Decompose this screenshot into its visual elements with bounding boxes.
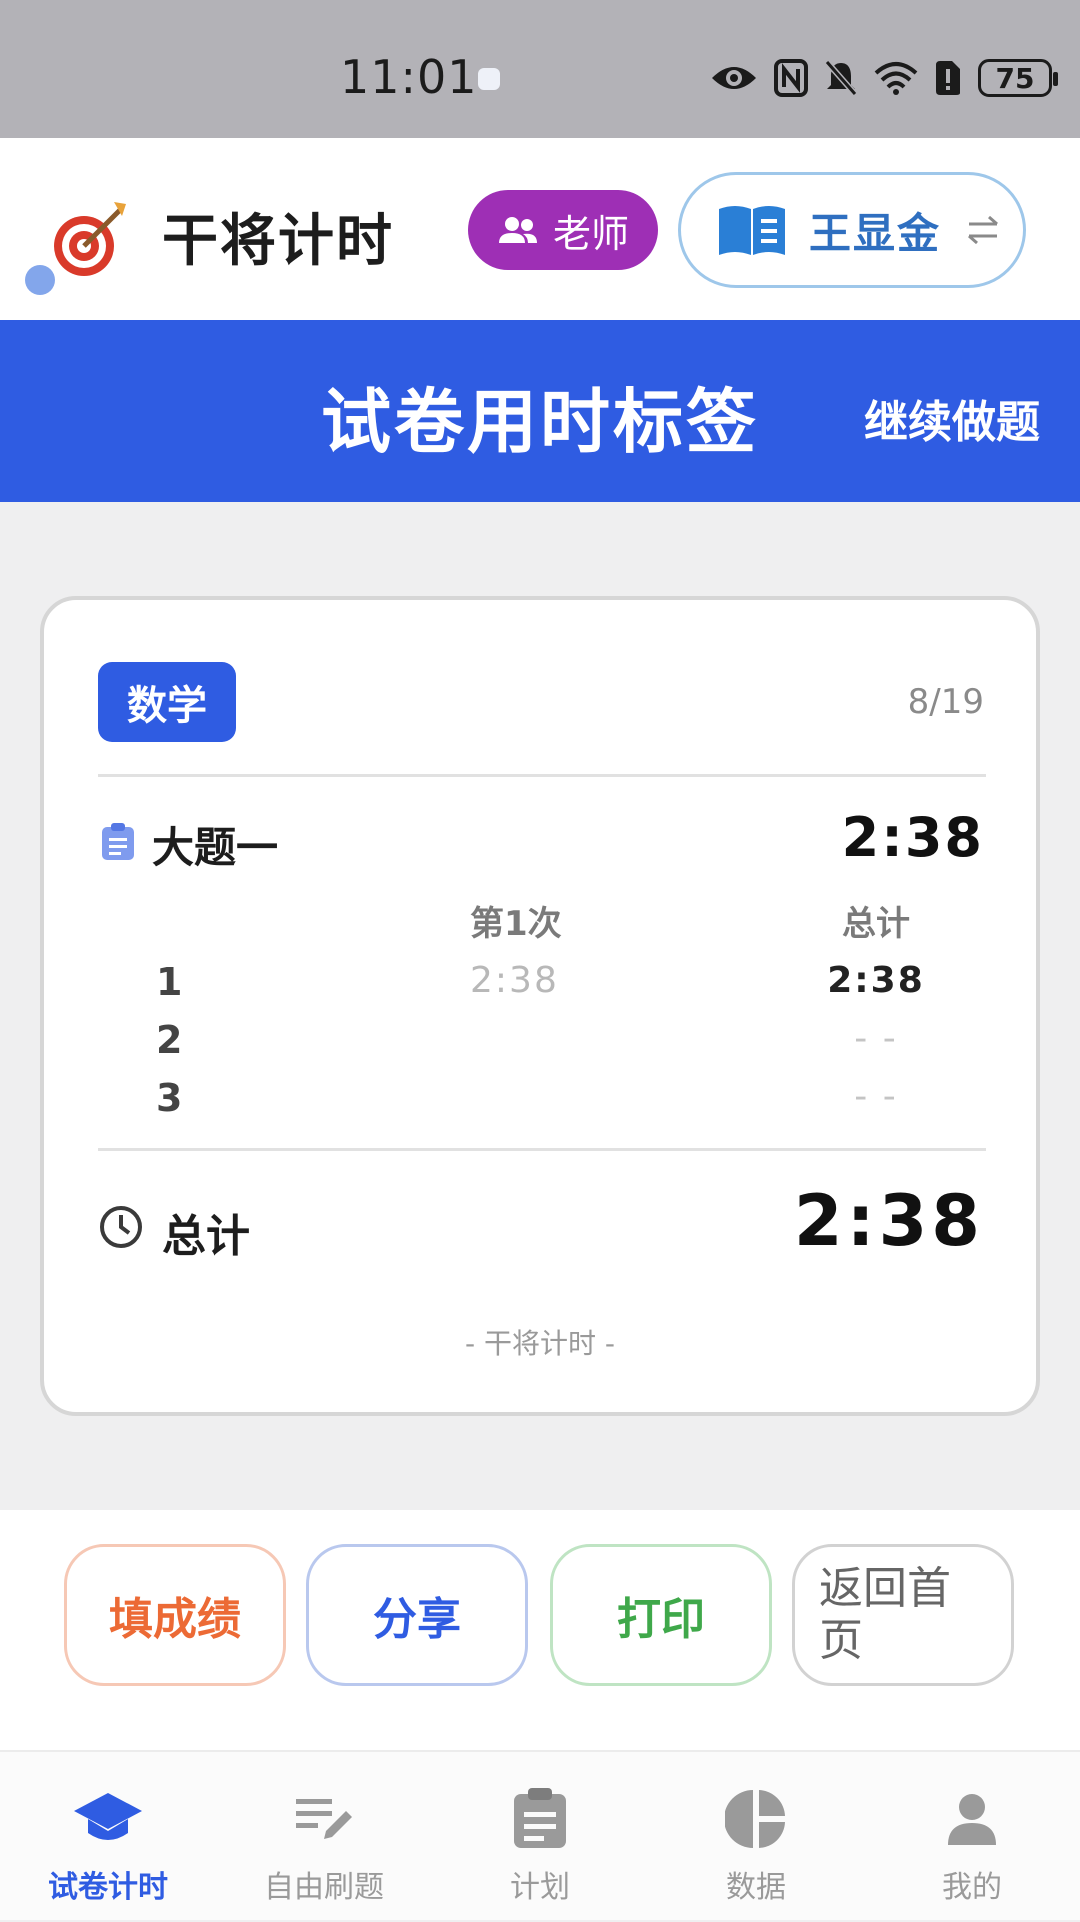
app-header: 干将计时 老师 王显金 [0,138,1080,320]
open-book-icon [719,206,785,255]
bell-off-icon [824,60,858,96]
back-home-button[interactable]: 返回首页 [792,1544,1014,1686]
question-number: 1 [156,960,183,1004]
student-name: 王显金 [809,208,942,258]
divider [98,774,986,777]
attempt-time: 2:38 [470,960,559,1001]
student-switch-button[interactable]: 王显金 [678,172,1026,288]
clipboard-icon [504,1786,576,1852]
time-label-card: 数学 8/19 大题一 2:38 第1次 总计 1 2:38 2:38 2 - … [40,596,1040,1416]
status-icons: 75 [710,54,1058,102]
grand-total-time: 2:38 [793,1180,984,1262]
column-header-total: 总计 [842,904,910,944]
sim-alert-icon [936,61,960,95]
person-icon [936,1786,1008,1852]
pie-chart-icon [720,1786,792,1852]
progress-counter: 8/19 [907,682,984,722]
tab-exam-timer[interactable]: 试卷计时 [0,1752,216,1922]
print-button[interactable]: 打印 [550,1544,772,1686]
tab-label: 计划 [510,1870,570,1905]
section-time: 2:38 [841,806,984,869]
subject-tag: 数学 [98,662,236,742]
status-bar: 11:01 75 [0,0,1080,138]
tab-label: 自由刷题 [264,1870,384,1905]
clock-icon [100,1206,142,1248]
notification-dot-icon [478,68,500,90]
share-button[interactable]: 分享 [306,1544,528,1686]
bottom-tab-bar: 试卷计时 自由刷题 计划 数据 我的 [0,1750,1080,1920]
swap-arrows-icon [968,215,999,245]
action-bar: 填成绩 分享 打印 返回首页 [0,1510,1080,1750]
column-header-attempt: 第1次 [470,904,562,944]
tab-plan[interactable]: 计划 [432,1752,648,1922]
total-label: 总计 [162,1211,250,1262]
tab-label: 数据 [726,1870,786,1905]
question-number: 3 [156,1076,183,1120]
status-time: 11:01 [340,50,478,104]
edit-list-icon [288,1786,360,1852]
wifi-icon [874,62,918,95]
row-total-time: - - [854,1076,898,1117]
tab-free-practice[interactable]: 自由刷题 [216,1752,432,1922]
divider [98,1148,986,1151]
row-total-time: - - [854,1018,898,1059]
battery-indicator: 75 [978,59,1058,97]
tab-label: 我的 [942,1870,1002,1905]
page-banner: 试卷用时标签 继续做题 [0,320,1080,502]
nfc-icon [774,59,808,97]
row-total-time: 2:38 [827,960,925,1001]
users-icon [498,217,537,243]
eye-icon [712,67,756,89]
tab-data[interactable]: 数据 [648,1752,864,1922]
fill-score-button[interactable]: 填成绩 [64,1544,286,1686]
continue-button[interactable]: 继续做题 [864,386,1040,450]
question-number: 2 [156,1018,183,1062]
role-badge-button[interactable]: 老师 [468,190,658,270]
target-logo-icon [25,202,126,295]
role-label: 老师 [552,211,629,256]
watermark: - 干将计时 - [464,1327,615,1360]
section-name: 大题一 [152,823,279,872]
tab-profile[interactable]: 我的 [864,1752,1080,1922]
app-title: 干将计时 [162,209,394,274]
graduation-cap-icon [72,1786,144,1852]
clipboard-icon [102,823,134,860]
tab-label: 试卷计时 [48,1870,168,1905]
